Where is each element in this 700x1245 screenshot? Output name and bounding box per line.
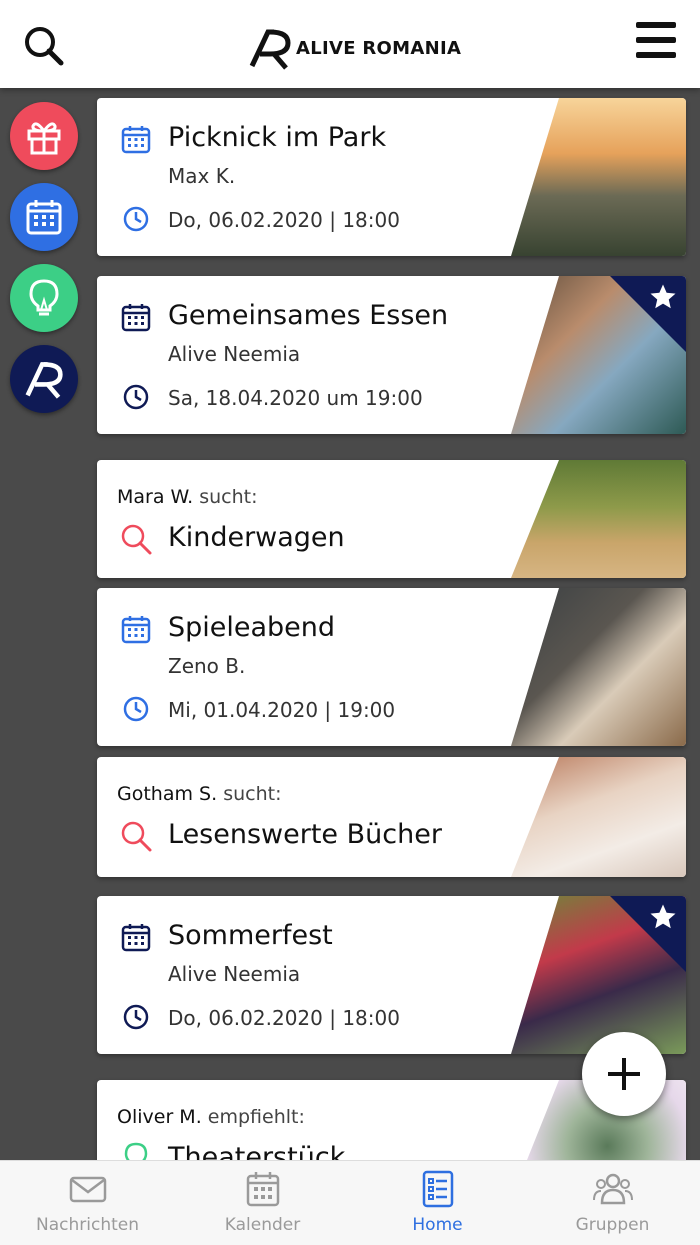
author-name: Oliver M. [117,1106,202,1128]
event-title: Spieleabend [168,612,336,643]
list-icon [422,1170,454,1208]
nav-kalender[interactable]: Kalender [175,1161,350,1245]
group-icon [593,1173,633,1205]
nav-label: Home [412,1215,463,1235]
event-date: Do, 06.02.2020 | 18:00 [168,208,400,232]
calendar-icon [121,924,151,952]
search-image [511,757,686,877]
calendar-icon [121,616,151,644]
bottom-navigation: Nachrichten Kalender Home Gruppen [0,1160,700,1245]
star-icon [650,904,676,929]
nav-nachrichten[interactable]: Nachrichten [0,1161,175,1245]
search-card[interactable]: Gotham S. sucht: Lesenswerte Bücher [97,757,686,877]
clock-icon [123,696,149,722]
hamburger-menu-icon[interactable] [634,20,678,60]
author-name: Mara W. [117,486,194,508]
nav-label: Gruppen [575,1215,650,1235]
clock-icon [123,384,149,410]
app-logo: ALIVE ROMANIA [248,26,461,70]
lightbulb-icon [29,279,59,316]
search-title: Lesenswerte Bücher [168,819,442,850]
event-card[interactable]: Sommerfest Alive Neemia Do, 06.02.2020 |… [97,896,686,1054]
alive-logo-icon [249,29,291,70]
event-host: Alive Neemia [168,962,301,986]
recommend-label: empfiehlt: [207,1106,305,1128]
search-icon[interactable] [22,24,66,68]
event-host: Zeno B. [168,654,246,678]
gift-icon [27,122,61,155]
clock-icon [123,1004,149,1030]
plus-icon [608,1058,640,1090]
calendar-button[interactable] [10,183,78,251]
event-date: Sa, 18.04.2020 um 19:00 [168,386,423,410]
sidebar [0,88,90,1160]
star-icon [650,284,676,309]
search-icon [121,821,152,852]
event-host: Max K. [168,164,236,188]
add-button[interactable] [582,1032,666,1116]
envelope-icon [69,1176,107,1203]
event-card[interactable]: Spieleabend Zeno B. Mi, 01.04.2020 | 19:… [97,588,686,746]
app-name: ALIVE ROMANIA [296,37,462,59]
event-card[interactable]: Gemeinsames Essen Alive Neemia Sa, 18.04… [97,276,686,434]
clock-icon [123,206,149,232]
idea-button[interactable] [10,264,78,332]
nav-gruppen[interactable]: Gruppen [525,1161,700,1245]
search-image [511,460,686,578]
event-card[interactable]: Picknick im Park Max K. Do, 06.02.2020 |… [97,98,686,256]
gift-button[interactable] [10,102,78,170]
nav-label: Kalender [224,1215,301,1235]
event-date: Do, 06.02.2020 | 18:00 [168,1006,400,1030]
event-date: Mi, 01.04.2020 | 19:00 [168,698,396,722]
search-icon [121,524,152,555]
calendar-icon [26,200,62,235]
search-title: Kinderwagen [168,522,345,553]
search-author-line: Gotham S. sucht: [117,783,281,805]
event-host: Alive Neemia [168,342,301,366]
search-card[interactable]: Mara W. sucht: Kinderwagen [97,460,686,578]
calendar-icon [121,126,151,154]
alive-button[interactable] [10,345,78,413]
nav-home[interactable]: Home [350,1161,525,1245]
calendar-icon [246,1172,280,1207]
nav-label: Nachrichten [36,1215,139,1235]
recommend-author-line: Oliver M. empfiehlt: [117,1106,305,1128]
search-label: sucht: [199,486,258,508]
author-name: Gotham S. [117,783,218,805]
search-author-line: Mara W. sucht: [117,486,258,508]
event-title: Picknick im Park [168,122,387,153]
search-label: sucht: [223,783,282,805]
app-header: ALIVE ROMANIA [0,0,700,88]
event-title: Sommerfest [168,920,333,951]
event-title: Gemeinsames Essen [168,300,449,331]
calendar-icon [121,304,151,332]
alive-logo-icon [25,362,63,399]
event-image [511,588,686,746]
event-image [511,98,686,256]
